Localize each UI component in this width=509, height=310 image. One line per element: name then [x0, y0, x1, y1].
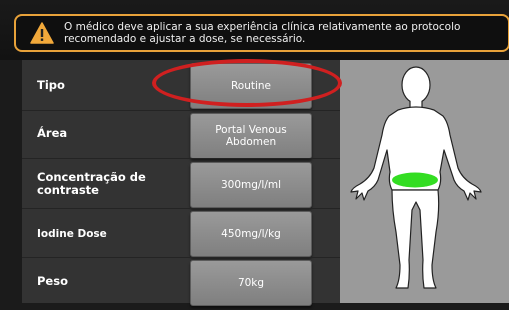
body-figure	[350, 66, 482, 289]
warning-banner: O médico deve aplicar a sua experiência …	[0, 0, 509, 60]
warning-message: O médico deve aplicar a sua experiência …	[64, 21, 461, 45]
iodine-dose-label: Iodine Dose	[37, 228, 107, 240]
tipo-value: Routine	[230, 80, 272, 92]
row-peso: Peso 70kg	[22, 257, 340, 310]
row-concentracao: Concentração de contraste 300mg/l/ml	[22, 158, 340, 211]
warning-icon	[30, 22, 54, 44]
body-map-panel	[340, 60, 509, 303]
row-area: Área Portal Venous Abdomen	[22, 110, 340, 163]
row-iodine-dose: Iodine Dose 450mg/l/kg	[22, 208, 340, 261]
iodine-dose-value: 450mg/l/kg	[221, 228, 281, 240]
concentracao-value: 300mg/l/ml	[220, 179, 282, 191]
area-label: Área	[37, 126, 68, 140]
iodine-dose-button[interactable]: 450mg/l/kg	[190, 211, 312, 257]
area-value-line1: Portal Venous	[215, 124, 287, 136]
area-value-line2: Abdomen	[225, 136, 277, 148]
abdomen-highlight	[392, 172, 438, 188]
peso-button[interactable]: 70kg	[190, 260, 312, 306]
peso-label: Peso	[37, 274, 68, 288]
concentracao-label: Concentração de contraste	[37, 170, 146, 197]
tipo-label: Tipo	[37, 78, 65, 92]
row-tipo: Tipo Routine	[22, 60, 340, 112]
concentracao-button[interactable]: 300mg/l/ml	[190, 162, 312, 208]
area-button[interactable]: Portal Venous Abdomen	[190, 113, 312, 159]
peso-value: 70kg	[237, 277, 265, 289]
warning-box: O médico deve aplicar a sua experiência …	[14, 14, 509, 52]
tipo-button[interactable]: Routine	[190, 63, 312, 109]
